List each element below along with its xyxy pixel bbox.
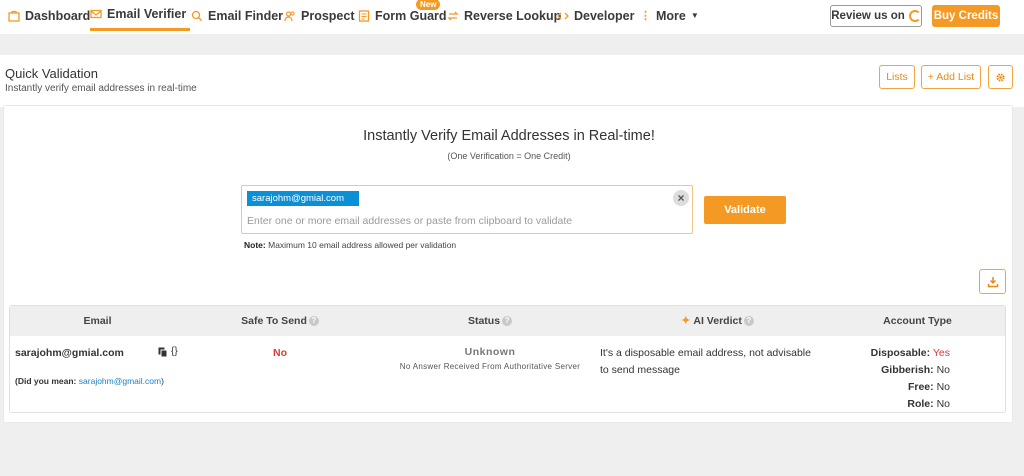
- lists-button[interactable]: Lists: [879, 65, 915, 89]
- suggestion-link[interactable]: sarajohm@gmail.com: [79, 376, 161, 386]
- validate-button[interactable]: Validate: [704, 196, 786, 224]
- account-free: Free: No: [907, 381, 950, 393]
- nav-form-guard[interactable]: Form Guard New: [358, 0, 447, 31]
- verdict-line-1: It's a disposable email address, not adv…: [600, 347, 811, 359]
- review-us-button[interactable]: Review us on: [830, 5, 922, 27]
- clear-input-button[interactable]: ×: [673, 190, 689, 206]
- nav-more[interactable]: ⋮ More ▼: [640, 0, 699, 31]
- nav-dashboard-label: Dashboard: [25, 8, 91, 23]
- status-detail: No Answer Received From Authoritative Se…: [399, 362, 581, 371]
- info-icon[interactable]: ?: [502, 316, 513, 327]
- search-icon: [191, 10, 203, 21]
- code-icon: [557, 12, 569, 19]
- new-badge: New: [416, 0, 441, 10]
- add-list-button[interactable]: + Add List: [921, 65, 981, 89]
- gear-icon: [996, 72, 1005, 82]
- validation-card: Instantly Verify Email Addresses in Real…: [3, 105, 1013, 423]
- buy-credits-button[interactable]: Buy Credits: [932, 5, 1000, 27]
- form-icon: [358, 9, 370, 22]
- nav-reverse-lookup[interactable]: Reverse Lookup: [447, 0, 561, 31]
- did-you-mean: (Did you mean: sarajohm@gmail.com): [15, 376, 164, 386]
- page-header: Quick Validation Instantly verify email …: [0, 55, 1024, 107]
- chevron-down-icon: ▼: [690, 11, 699, 20]
- header-ai-verdict: ✦ AI Verdict?: [605, 306, 830, 336]
- sparkle-icon: ✦: [681, 315, 691, 327]
- email-input-field[interactable]: sarajohm@gmial.com Enter one or more ema…: [241, 185, 693, 234]
- table-header: Email Safe To Send? Status? ✦ AI Verdict?…: [10, 306, 1005, 336]
- nav-form-guard-label: Form Guard: [375, 8, 447, 23]
- header-status: Status?: [375, 306, 605, 336]
- top-nav: Dashboard Email Verifier Email Finder Pr…: [0, 0, 1024, 34]
- users-icon: [284, 10, 295, 21]
- info-icon[interactable]: ?: [743, 316, 754, 327]
- dashboard-icon: [8, 10, 20, 22]
- page-title: Quick Validation: [5, 66, 98, 81]
- swap-icon: [447, 11, 459, 20]
- nav-email-verifier[interactable]: Email Verifier: [90, 0, 191, 31]
- nav-email-verifier-label: Email Verifier: [107, 7, 187, 21]
- nav-reverse-lookup-label: Reverse Lookup: [464, 8, 562, 23]
- envelope-icon: [90, 9, 102, 19]
- review-us-label: Review us on: [831, 10, 905, 22]
- download-button[interactable]: [979, 269, 1006, 294]
- validator-subline: (One Verification = One Credit): [447, 151, 571, 161]
- info-icon[interactable]: ?: [308, 316, 319, 327]
- account-disposable: Disposable: Yes: [870, 347, 950, 359]
- settings-button[interactable]: [988, 65, 1013, 89]
- verdict-line-2: to send message: [600, 364, 680, 376]
- header-email: Email: [83, 315, 112, 327]
- status-value: Unknown: [464, 346, 516, 358]
- note-text: Maximum 10 email address allowed per val…: [268, 240, 457, 250]
- close-icon: ×: [677, 191, 685, 205]
- page-subtitle: Instantly verify email addresses in real…: [5, 83, 197, 94]
- email-input-placeholder: Enter one or more email addresses or pas…: [247, 215, 573, 227]
- row-email: sarajohm@gmial.com: [15, 347, 124, 359]
- nav-developer-label: Developer: [574, 8, 635, 23]
- validator-headline: Instantly Verify Email Addresses in Real…: [363, 128, 655, 144]
- download-icon: [987, 276, 998, 287]
- email-chip[interactable]: sarajohm@gmial.com: [247, 191, 359, 206]
- nav-more-label: More: [656, 8, 686, 23]
- safe-to-send-value: No: [273, 347, 287, 359]
- results-table: Email Safe To Send? Status? ✦ AI Verdict?…: [9, 305, 1006, 413]
- account-role: Role: No: [907, 398, 950, 410]
- json-icon[interactable]: {}: [171, 346, 178, 357]
- nav-prospect[interactable]: Prospect: [284, 0, 355, 31]
- nav-prospect-label: Prospect: [301, 8, 355, 23]
- more-dots-icon: ⋮: [640, 10, 651, 22]
- nav-dashboard[interactable]: Dashboard: [8, 0, 90, 31]
- g2-logo-icon: [908, 10, 921, 22]
- copy-icon[interactable]: [158, 347, 168, 361]
- note-label: Note:: [244, 240, 266, 250]
- header-account-type: Account Type: [883, 315, 952, 327]
- account-gibberish: Gibberish: No: [881, 364, 950, 376]
- header-safe-to-send: Safe To Send?: [185, 306, 375, 336]
- validation-note: Note: Maximum 10 email address allowed p…: [244, 240, 456, 250]
- nav-developer[interactable]: Developer: [557, 0, 634, 31]
- nav-email-finder[interactable]: Email Finder: [191, 0, 283, 31]
- nav-email-finder-label: Email Finder: [208, 8, 284, 23]
